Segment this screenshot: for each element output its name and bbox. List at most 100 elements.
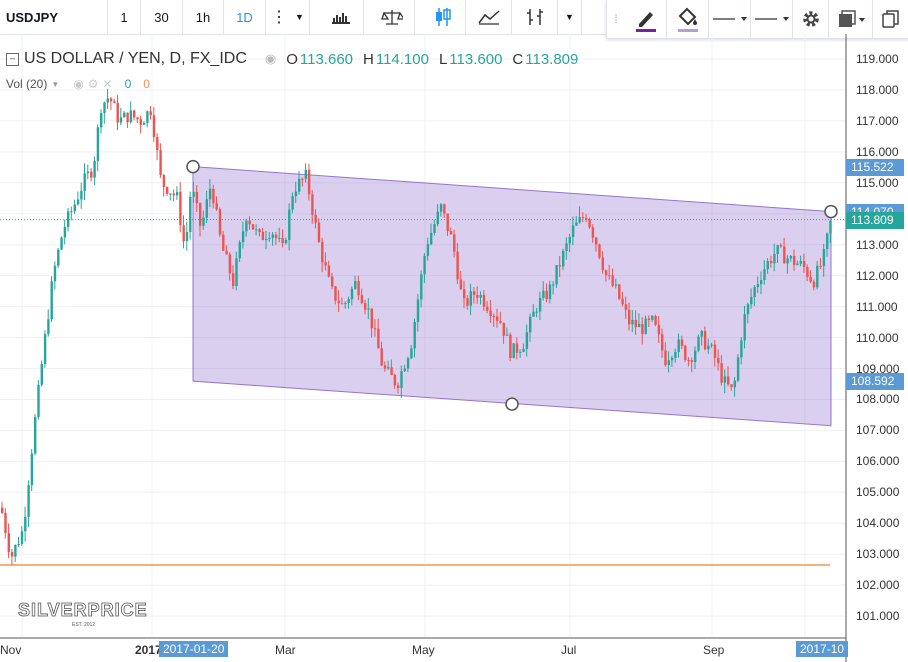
- volume-dropdown-icon[interactable]: ▼: [51, 80, 59, 89]
- line-width-dropdown[interactable]: [709, 0, 751, 38]
- candle-up: [548, 284, 552, 300]
- candle-up: [756, 284, 760, 288]
- line-style-dropdown[interactable]: [751, 0, 793, 38]
- candle-down: [311, 194, 314, 215]
- candle-down: [162, 174, 166, 188]
- candle-up: [667, 360, 670, 366]
- compare-button[interactable]: [369, 0, 415, 34]
- line-color-button[interactable]: [625, 0, 667, 38]
- candle-up: [766, 260, 769, 270]
- candle-up: [80, 190, 83, 200]
- close-icon[interactable]: ✕: [103, 77, 113, 91]
- volume-label: Vol (20): [6, 77, 48, 91]
- pencil-icon: [635, 12, 656, 32]
- candle-down: [274, 234, 278, 239]
- candle-up: [86, 171, 90, 174]
- candle-up: [562, 250, 565, 267]
- channel-handle: [186, 159, 200, 174]
- eye-icon[interactable]: ◉: [73, 77, 83, 91]
- symbol-search[interactable]: USDJPY: [0, 0, 108, 34]
- candle-down: [486, 306, 489, 311]
- price-chart[interactable]: [0, 34, 908, 662]
- candle-up: [426, 244, 430, 256]
- candle-up: [694, 350, 697, 363]
- candle-down: [357, 281, 360, 296]
- candle-down: [621, 298, 624, 305]
- interval-1h[interactable]: 1h: [183, 0, 224, 34]
- time-label: May: [412, 643, 435, 657]
- candle-up: [265, 238, 268, 240]
- gear-icon[interactable]: ⚙: [88, 77, 99, 91]
- price-tag: 113.809: [846, 211, 904, 229]
- visual-order-button[interactable]: [829, 0, 873, 38]
- candle-down: [687, 360, 690, 362]
- candle-up: [565, 243, 568, 251]
- candle-down: [730, 384, 733, 388]
- candle-up: [142, 122, 146, 125]
- candle-down: [713, 344, 717, 358]
- candle-up: [416, 299, 420, 322]
- interval-1[interactable]: 1: [108, 0, 141, 34]
- candle-down: [585, 218, 588, 220]
- candle-down: [496, 316, 499, 321]
- candle-down: [364, 303, 367, 310]
- legend-collapse-icon[interactable]: –: [6, 52, 19, 66]
- candle-down: [222, 234, 225, 251]
- clone-button[interactable]: [873, 0, 908, 38]
- candle-up: [235, 258, 238, 286]
- candle-up: [37, 384, 40, 418]
- area-chart-button[interactable]: [466, 0, 512, 34]
- candle-up: [284, 239, 288, 244]
- candles-button[interactable]: [420, 0, 466, 34]
- candle-down: [769, 260, 773, 264]
- more-intervals-button[interactable]: ⋮ ▼: [266, 0, 310, 34]
- candle-up: [773, 253, 776, 264]
- candle-down: [133, 110, 136, 118]
- bars-button[interactable]: [512, 0, 558, 34]
- volume-ma-value: 0: [143, 77, 150, 91]
- candle-up: [288, 209, 291, 240]
- candle-up: [552, 284, 555, 286]
- candle-down: [136, 117, 139, 120]
- candle-down: [1, 507, 4, 513]
- candle-down: [624, 304, 628, 310]
- candle-up: [677, 339, 680, 352]
- candle-up: [826, 233, 829, 250]
- candle-up: [67, 211, 70, 227]
- candle-down: [258, 229, 261, 233]
- candle-down: [179, 191, 182, 226]
- candle-up: [519, 351, 522, 353]
- channel-handle: [505, 397, 519, 411]
- candle-up: [103, 102, 106, 114]
- candle-down: [558, 265, 562, 267]
- price-tick-label: 103.000: [856, 547, 900, 562]
- candle-up: [733, 380, 736, 388]
- candle-down: [727, 376, 730, 385]
- candle-down: [212, 188, 215, 204]
- candle-up: [505, 334, 509, 336]
- candle-up: [631, 319, 634, 325]
- close-value: 113.809: [525, 50, 579, 68]
- candle-down: [793, 256, 796, 265]
- interval-1d[interactable]: 1D: [224, 0, 266, 34]
- eye-icon[interactable]: ◉: [265, 51, 276, 67]
- indicators-button[interactable]: [318, 0, 364, 34]
- interval-30[interactable]: 30: [141, 0, 183, 34]
- candle-up: [304, 169, 307, 179]
- candle-down: [7, 533, 10, 552]
- candle-up: [354, 281, 357, 289]
- candle-down: [109, 98, 113, 102]
- candle-down: [380, 348, 383, 366]
- ohlc-bars-icon: [526, 9, 543, 25]
- chart-type-dropdown[interactable]: ▼: [558, 0, 582, 34]
- drag-handle[interactable]: ⁞: [607, 0, 625, 38]
- candle-down: [502, 322, 505, 336]
- settings-button[interactable]: [793, 0, 829, 38]
- candle-up: [238, 242, 241, 259]
- candle-down: [195, 191, 199, 204]
- candle-down: [634, 319, 637, 328]
- candle-up: [707, 345, 710, 350]
- candle-down: [545, 290, 548, 300]
- fill-color-button[interactable]: [667, 0, 709, 38]
- candle-down: [261, 232, 265, 240]
